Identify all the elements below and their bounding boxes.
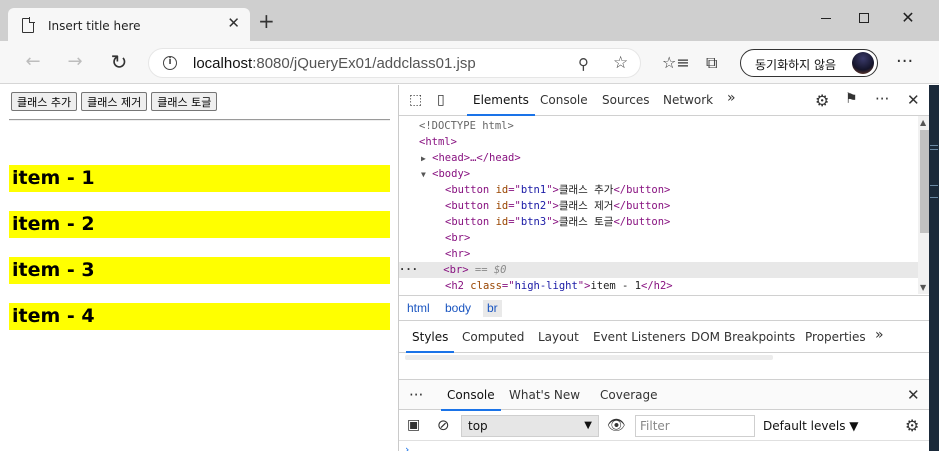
tab-elements[interactable]: Elements bbox=[467, 93, 535, 116]
log-levels-select[interactable]: Default levels ▼ bbox=[763, 419, 859, 433]
item-heading-4: item - 4 bbox=[9, 303, 390, 330]
devtools-toolbar: ⬚ ▯ Elements Console Sources Network » ⚙… bbox=[399, 85, 939, 116]
dom-node-btn1[interactable]: <button id="btn1">클래스 추가</button> bbox=[445, 182, 919, 198]
breadcrumb: html body br bbox=[399, 295, 939, 321]
dom-node-h2[interactable]: <h2 class="high-light">item - 1</h2> bbox=[445, 278, 919, 294]
dom-node-hr[interactable]: <hr> bbox=[445, 246, 919, 262]
info-icon[interactable]: i bbox=[163, 56, 177, 70]
dom-node-btn2[interactable]: <button id="btn2">클래스 제거</button> bbox=[445, 198, 919, 214]
gear-icon[interactable]: ⚙ bbox=[815, 91, 829, 110]
dom-node-btn3[interactable]: <button id="btn3">클래스 토글</button> bbox=[445, 214, 919, 230]
window-close-button[interactable]: ✕ bbox=[896, 6, 920, 30]
title-bar: Insert title here ✕ + ✕ bbox=[0, 0, 939, 41]
console-prompt-icon[interactable]: › bbox=[405, 443, 409, 451]
desktop-background-strip bbox=[929, 85, 939, 451]
dom-node-body[interactable]: ▼ <body> bbox=[421, 166, 919, 182]
toggle-class-button[interactable]: 클래스 토글 bbox=[151, 92, 218, 111]
remove-class-button[interactable]: 클래스 제거 bbox=[81, 92, 148, 111]
more-styles-tabs-button[interactable]: » bbox=[875, 327, 884, 343]
maximize-button[interactable] bbox=[852, 6, 876, 30]
crumb-html[interactable]: html bbox=[407, 301, 430, 315]
devtools-close-icon[interactable]: ✕ bbox=[907, 91, 920, 109]
item-heading-1: item - 1 bbox=[9, 165, 390, 192]
tab-console[interactable]: Console bbox=[540, 93, 588, 107]
crumb-body[interactable]: body bbox=[445, 301, 471, 315]
clear-console-icon[interactable]: ⊘ bbox=[437, 416, 450, 434]
new-tab-button[interactable]: + bbox=[258, 11, 275, 31]
tab-network[interactable]: Network bbox=[663, 93, 713, 107]
tab-event-listeners[interactable]: Event Listeners bbox=[593, 330, 686, 344]
dom-node-html[interactable]: <html> bbox=[419, 134, 919, 150]
context-select[interactable]: top ▼ bbox=[461, 415, 599, 437]
tab-properties[interactable]: Properties bbox=[805, 330, 866, 344]
drawer-tab-coverage[interactable]: Coverage bbox=[600, 388, 658, 402]
reload-icon[interactable]: ↻ bbox=[108, 51, 130, 73]
zoom-icon[interactable]: ⚲ bbox=[578, 55, 589, 73]
sidebar-toggle-icon[interactable]: ▣ bbox=[407, 417, 420, 433]
navigation-bar: ← → ↻ i localhost:8080/jQueryEx01/addcla… bbox=[0, 41, 939, 84]
tab-dom-breakpoints[interactable]: DOM Breakpoints bbox=[691, 330, 795, 344]
drawer-close-icon[interactable]: ✕ bbox=[907, 386, 920, 404]
more-icon[interactable]: ··· bbox=[896, 51, 913, 72]
collections-icon[interactable]: ⧉ bbox=[706, 53, 717, 73]
inspect-icon[interactable]: ⬚ bbox=[409, 92, 422, 108]
add-class-button[interactable]: 클래스 추가 bbox=[11, 92, 78, 111]
tab-close-button[interactable]: ✕ bbox=[227, 14, 240, 32]
back-icon[interactable]: ← bbox=[22, 51, 44, 73]
forward-icon[interactable]: → bbox=[64, 51, 86, 73]
sync-label: 동기화하지 않음 bbox=[755, 58, 837, 72]
doc-icon bbox=[22, 17, 35, 33]
dom-node-br[interactable]: <br> bbox=[445, 230, 919, 246]
tab-layout[interactable]: Layout bbox=[538, 330, 579, 344]
minimize-button[interactable] bbox=[814, 6, 838, 30]
item-heading-2: item - 2 bbox=[9, 211, 390, 238]
drawer-tabbar: ··· Console What's New Coverage ✕ bbox=[399, 379, 939, 411]
tab-sources[interactable]: Sources bbox=[602, 93, 649, 107]
styles-tabbar: Styles Computed Layout Event Listeners D… bbox=[399, 322, 939, 353]
crumb-br[interactable]: br bbox=[483, 300, 502, 317]
tab-title: Insert title here bbox=[48, 19, 141, 33]
browser-tab[interactable]: Insert title here ✕ bbox=[8, 8, 250, 41]
console-settings-icon[interactable]: ⚙ bbox=[905, 416, 919, 435]
address-bar[interactable]: i localhost:8080/jQueryEx01/addclass01.j… bbox=[148, 48, 641, 78]
button-row: 클래스 추가 클래스 제거 클래스 토글 bbox=[11, 92, 218, 111]
divider bbox=[9, 119, 390, 121]
page-viewport: 클래스 추가 클래스 제거 클래스 토글 item - 1 item - 2 i… bbox=[0, 85, 398, 451]
dom-node-head[interactable]: ▶ <head>…</head> bbox=[421, 150, 919, 166]
dom-node-doctype[interactable]: <!DOCTYPE html> bbox=[419, 118, 919, 134]
drawer-tab-whats-new[interactable]: What's New bbox=[509, 388, 580, 402]
tab-computed[interactable]: Computed bbox=[462, 330, 524, 344]
item-heading-3: item - 3 bbox=[9, 257, 390, 284]
elements-tree: <!DOCTYPE html> <html> ▶ <head>…</head> … bbox=[399, 116, 919, 294]
styles-scrollbar[interactable] bbox=[399, 353, 939, 363]
favorites-icon[interactable]: ☆≡ bbox=[662, 53, 690, 72]
console-toolbar: ▣ ⊘ top ▼ 👁 Filter Default levels ▼ ⚙ bbox=[399, 411, 939, 441]
drawer-more-icon[interactable]: ··· bbox=[409, 386, 423, 404]
avatar bbox=[852, 52, 874, 74]
filter-input[interactable]: Filter bbox=[635, 415, 755, 437]
devtools-more-icon[interactable]: ··· bbox=[875, 90, 889, 108]
devtools-panel: ⬚ ▯ Elements Console Sources Network » ⚙… bbox=[398, 85, 939, 451]
more-tabs-button[interactable]: » bbox=[727, 90, 736, 106]
dom-node-br-selected[interactable]: ··· <br> == $0 bbox=[399, 262, 919, 278]
tab-styles[interactable]: Styles bbox=[405, 330, 455, 353]
feedback-icon[interactable]: ⚑ bbox=[845, 91, 858, 107]
url-text[interactable]: localhost:8080/jQueryEx01/addclass01.jsp bbox=[193, 55, 476, 72]
star-icon[interactable]: ☆ bbox=[613, 53, 628, 73]
sync-button[interactable]: 동기화하지 않음 bbox=[740, 49, 878, 77]
device-toggle-icon[interactable]: ▯ bbox=[437, 92, 445, 108]
drawer-tab-console[interactable]: Console bbox=[441, 388, 501, 411]
eye-icon[interactable]: 👁 bbox=[607, 416, 626, 434]
